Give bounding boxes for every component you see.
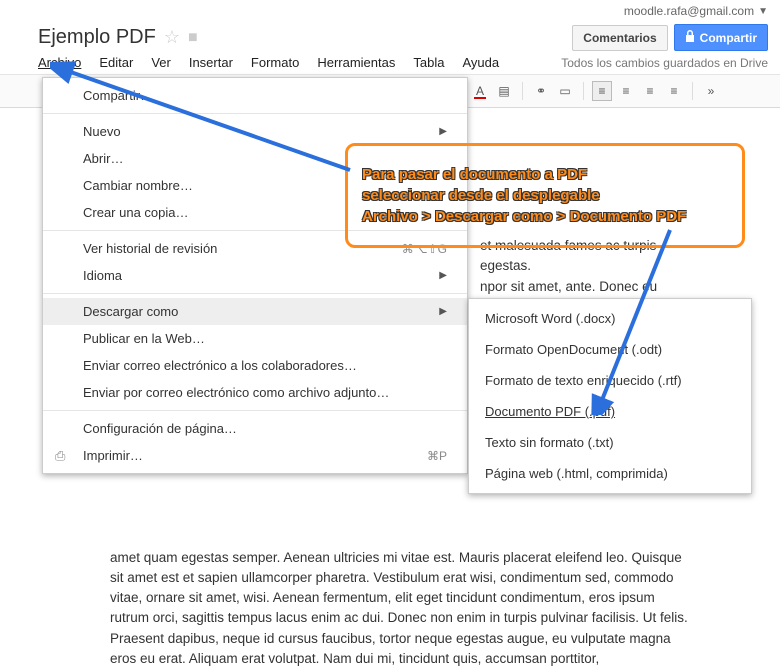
share-button[interactable]: Compartir xyxy=(674,24,768,51)
link-icon[interactable]: ⚭ xyxy=(531,81,551,101)
align-center-icon[interactable]: ≡ xyxy=(616,81,636,101)
align-left-icon[interactable]: ≡ xyxy=(592,81,612,101)
smi-txt[interactable]: Texto sin formato (.txt) xyxy=(469,427,751,458)
chevron-right-icon: ▶ xyxy=(439,126,447,137)
account-bar: moodle.rafa@gmail.com ▼ xyxy=(0,0,780,20)
chevron-down-icon[interactable]: ▼ xyxy=(758,6,768,17)
chevron-right-icon: ▶ xyxy=(439,306,447,317)
highlight-icon[interactable]: ▤ xyxy=(494,81,514,101)
star-icon[interactable]: ☆ xyxy=(164,27,180,48)
chevron-right-icon: ▶ xyxy=(439,270,447,281)
mi-config-pagina[interactable]: Configuración de página… xyxy=(43,415,467,442)
comment-icon[interactable]: ▭ xyxy=(555,81,575,101)
mi-enviar-adjunto[interactable]: Enviar por correo electrónico como archi… xyxy=(43,379,467,406)
body-paragraph: amet quam egestas semper. Aenean ultrici… xyxy=(110,548,690,669)
smi-html[interactable]: Página web (.html, comprimida) xyxy=(469,458,751,489)
align-right-icon[interactable]: ≡ xyxy=(640,81,660,101)
menu-tabla[interactable]: Tabla xyxy=(413,55,444,70)
comments-button[interactable]: Comentarios xyxy=(572,25,667,51)
account-email[interactable]: moodle.rafa@gmail.com xyxy=(624,4,754,18)
more-icon[interactable]: » xyxy=(701,81,721,101)
folder-icon[interactable]: ■ xyxy=(188,29,198,47)
mi-idioma[interactable]: Idioma▶ xyxy=(43,262,467,289)
mi-publicar[interactable]: Publicar en la Web… xyxy=(43,325,467,352)
annotation-arrow-2 xyxy=(550,225,700,415)
menu-ayuda[interactable]: Ayuda xyxy=(462,55,499,70)
mi-imprimir[interactable]: ⎙Imprimir…⌘P xyxy=(43,442,467,469)
header: Ejemplo PDF ☆ ■ Comentarios Compartir xyxy=(0,20,780,53)
lock-icon xyxy=(685,30,695,45)
annotation-arrow-1 xyxy=(50,60,360,180)
document-title[interactable]: Ejemplo PDF xyxy=(38,26,156,49)
mi-descargar-como[interactable]: Descargar como▶ xyxy=(43,298,467,325)
print-icon: ⎙ xyxy=(55,448,65,464)
text-color-icon[interactable]: A xyxy=(470,81,490,101)
mi-enviar-colab[interactable]: Enviar correo electrónico a los colabora… xyxy=(43,352,467,379)
save-status: Todos los cambios guardados en Drive xyxy=(561,56,768,70)
align-justify-icon[interactable]: ≡ xyxy=(664,81,684,101)
